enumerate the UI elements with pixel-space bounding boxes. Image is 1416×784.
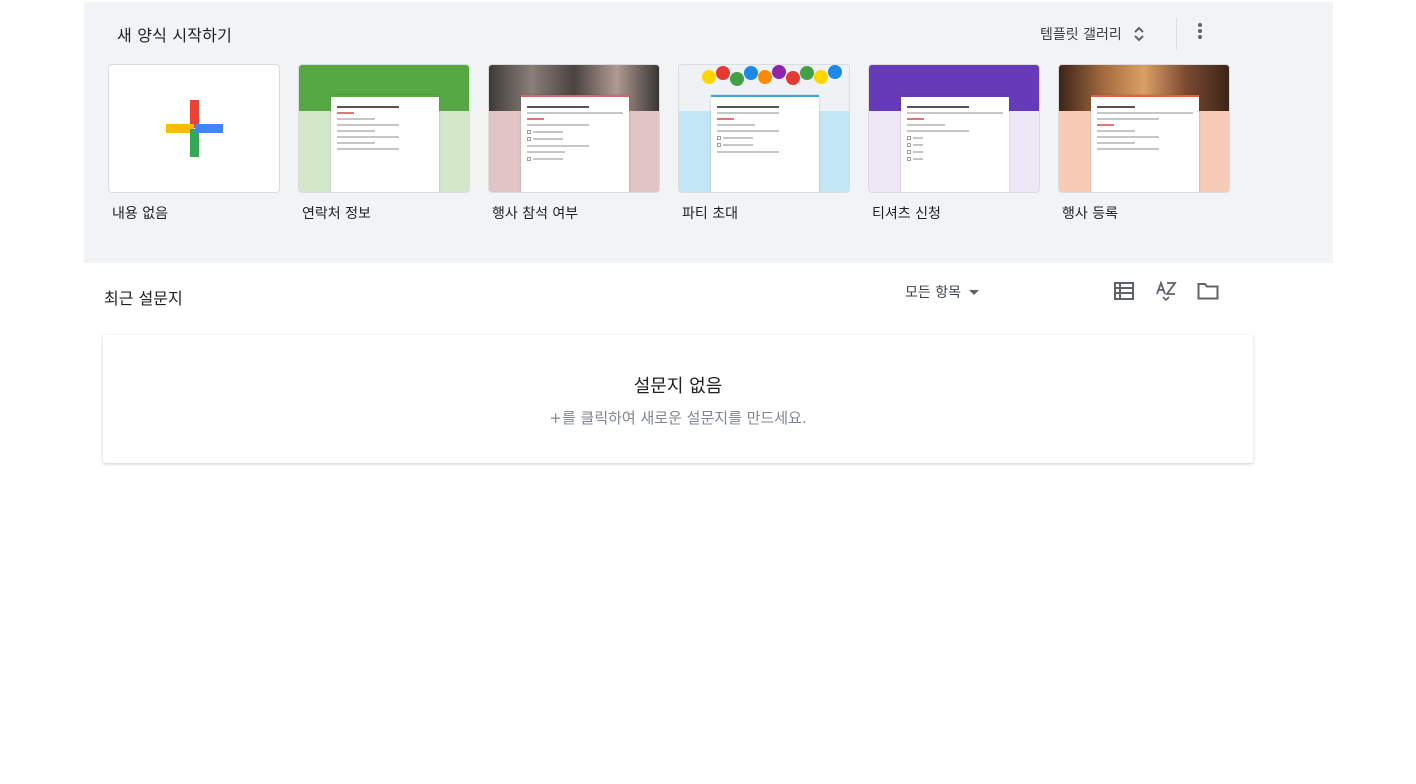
unfold-icon xyxy=(1132,24,1146,44)
template-gallery-label: 템플릿 갤러리 xyxy=(1040,27,1122,43)
template-thumbnail xyxy=(1058,64,1230,193)
template-thumbnail xyxy=(298,64,470,193)
template-card-event-registration[interactable]: 행사 등록 xyxy=(1058,64,1230,223)
folder-icon[interactable] xyxy=(1196,279,1220,303)
template-list: 내용 없음 연락처 정보 행사 참석 여부 파티 초대 티셔츠 신청 행사 등록 xyxy=(108,64,1230,223)
template-label: 내용 없음 xyxy=(112,206,168,222)
list-view-icon[interactable] xyxy=(1112,279,1136,303)
template-gallery-toggle[interactable]: 템플릿 갤러리 xyxy=(1040,18,1146,50)
template-label: 파티 초대 xyxy=(682,206,738,222)
empty-state-title: 설문지 없음 xyxy=(633,376,723,397)
template-preview-sheet xyxy=(901,95,1009,192)
owner-filter-label: 모든 항목 xyxy=(905,285,961,301)
template-thumbnail xyxy=(488,64,660,193)
empty-state-subtitle: +를 클릭하여 새로운 설문지를 만드세요. xyxy=(549,409,807,427)
sort-az-icon[interactable] xyxy=(1154,279,1178,303)
dropdown-arrow-icon xyxy=(968,284,979,300)
owner-filter-dropdown[interactable]: 모든 항목 xyxy=(905,282,979,302)
template-preview-sheet xyxy=(1091,95,1199,192)
template-card-event-rsvp[interactable]: 행사 참석 여부 xyxy=(488,64,660,223)
recent-forms-title: 최근 설문지 xyxy=(104,289,183,308)
gallery-title: 새 양식 시작하기 xyxy=(117,26,233,45)
template-label: 행사 참석 여부 xyxy=(492,206,579,222)
more-vert-icon xyxy=(1197,21,1203,45)
template-card-contact-info[interactable]: 연락처 정보 xyxy=(298,64,470,223)
forms-home: 새 양식 시작하기 템플릿 갤러리 내용 없음 연락처 정보 행사 참석 여부 … xyxy=(0,0,1416,784)
template-card-tshirt-signup[interactable]: 티셔츠 신청 xyxy=(868,64,1040,223)
template-thumbnail xyxy=(678,64,850,193)
empty-forms-card: 설문지 없음 +를 클릭하여 새로운 설문지를 만드세요. xyxy=(103,335,1253,463)
more-options-button[interactable] xyxy=(1184,17,1216,49)
template-label: 연락처 정보 xyxy=(302,206,371,222)
template-label: 행사 등록 xyxy=(1062,206,1118,222)
template-card-party-invite[interactable]: 파티 초대 xyxy=(678,64,850,223)
template-thumbnail xyxy=(868,64,1040,193)
template-thumbnail xyxy=(108,64,280,193)
gallery-divider xyxy=(1176,18,1177,50)
template-label: 티셔츠 신청 xyxy=(872,206,941,222)
template-card-blank[interactable]: 내용 없음 xyxy=(108,64,280,223)
template-preview-sheet xyxy=(521,95,629,192)
template-preview-sheet xyxy=(331,95,439,192)
template-gallery: 새 양식 시작하기 템플릿 갤러리 내용 없음 연락처 정보 행사 참석 여부 … xyxy=(84,2,1333,263)
plus-icon xyxy=(166,100,223,157)
template-preview-sheet xyxy=(711,95,819,192)
